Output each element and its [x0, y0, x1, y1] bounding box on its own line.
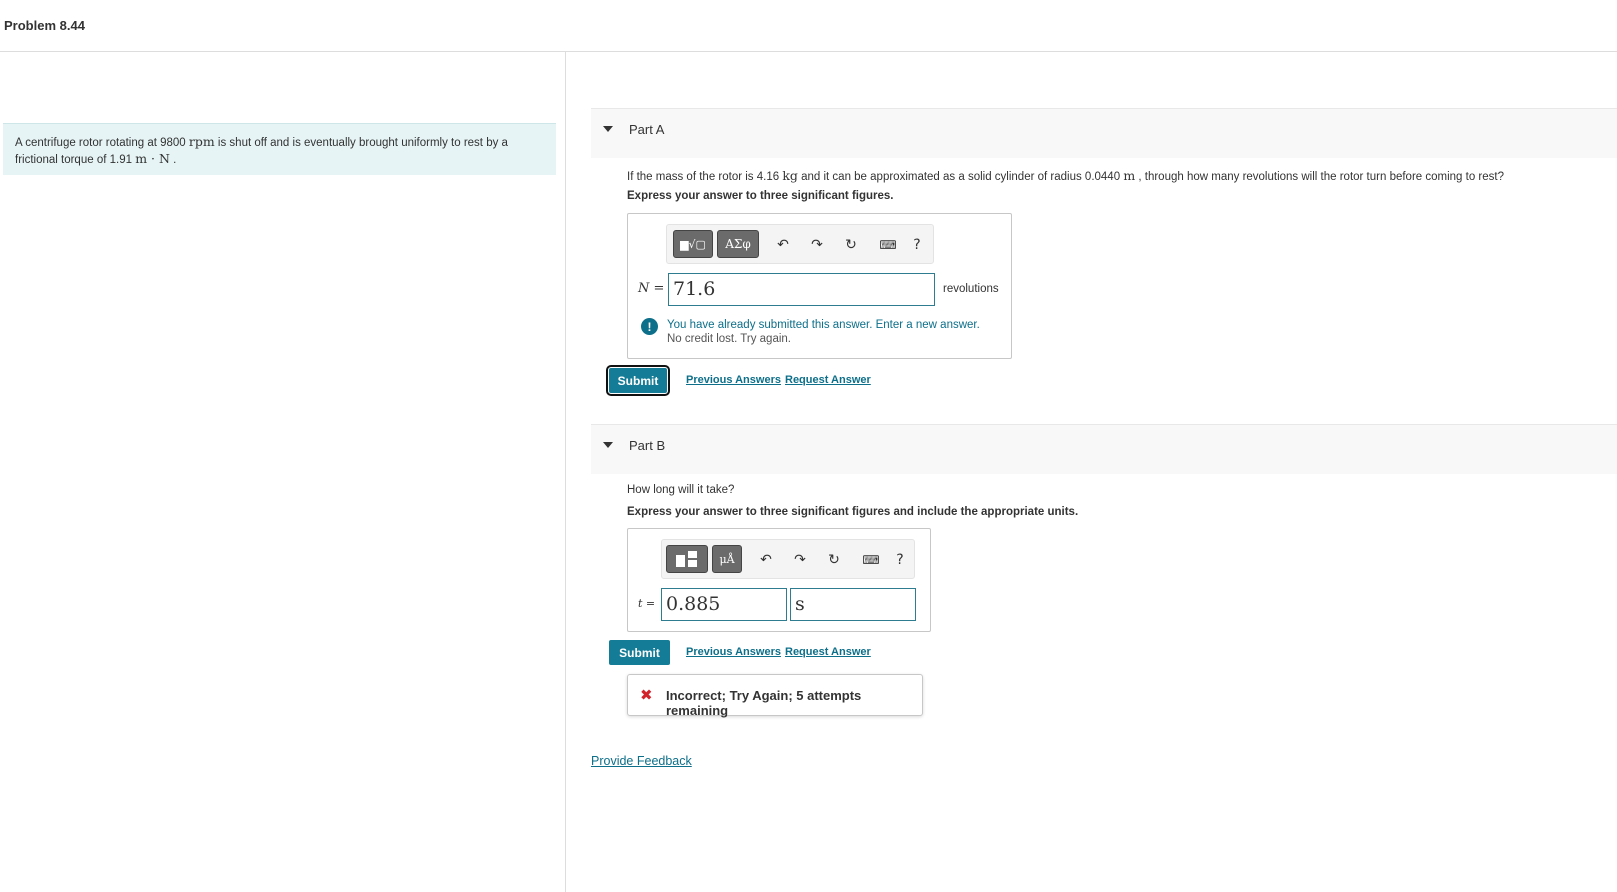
part-a-request-answer-link[interactable]: Request Answer — [785, 374, 871, 386]
part-b-previous-answers-link[interactable]: Previous Answers — [686, 646, 781, 658]
collapse-caret-icon[interactable] — [603, 126, 613, 132]
notice-submessage: No credit lost. Try again. — [667, 333, 791, 345]
reset-icon[interactable]: ↻ — [824, 550, 844, 570]
part-b-answer-box: μÅ ↶ ↷ ↻ ⌨ ? t = 0.885 s — [627, 528, 931, 632]
answer-input-n[interactable]: 71.6 — [668, 273, 935, 306]
part-b-label: Part B — [629, 438, 666, 453]
parts-pane: Part A If the mass of the rotor is 4.16 … — [567, 52, 1617, 892]
answer-input-t-unit[interactable]: s — [790, 588, 916, 621]
part-b-result-feedback: ✖ Incorrect; Try Again; 5 attempts remai… — [627, 674, 923, 718]
part-a-answer-box: ▆√▢ ΑΣφ ↶ ↷ ↻ ⌨ ? N = 71.6 revolutions !… — [627, 213, 1012, 359]
variable-t-label: t = — [638, 597, 656, 610]
part-a-previous-answers-link[interactable]: Previous Answers — [686, 374, 781, 386]
variable-n-label: N = — [638, 281, 665, 296]
part-a-question: If the mass of the rotor is 4.16 kg and … — [627, 168, 1504, 183]
answer-input-t-value[interactable]: 0.885 — [661, 588, 787, 621]
redo-icon[interactable]: ↷ — [790, 550, 810, 570]
help-button[interactable]: ? — [890, 550, 910, 570]
help-button[interactable]: ? — [907, 235, 927, 255]
part-b-math-toolbar: μÅ ↶ ↷ ↻ ⌨ ? — [661, 539, 915, 579]
part-b-header[interactable]: Part B — [591, 424, 1617, 474]
unit-rpm: rpm — [188, 134, 215, 149]
part-a-header[interactable]: Part A — [591, 108, 1617, 158]
undo-icon[interactable]: ↶ — [756, 550, 776, 570]
part-b-question: How long will it take? — [627, 484, 735, 496]
templates-button[interactable]: ▆√▢ — [673, 230, 713, 258]
symbols-button[interactable]: ΑΣφ — [717, 230, 759, 258]
part-b-request-answer-link[interactable]: Request Answer — [785, 646, 871, 658]
result-message: Incorrect; Try Again; 5 attempts remaini… — [666, 688, 862, 718]
templates-button[interactable] — [666, 545, 708, 573]
collapse-caret-icon[interactable] — [603, 442, 613, 448]
part-a-submit-button[interactable]: Submit — [606, 365, 670, 396]
problem-header: Problem 8.44 — [0, 0, 1617, 52]
info-icon: ! — [641, 318, 658, 335]
part-b-submit-button[interactable]: Submit — [609, 640, 670, 665]
keyboard-icon[interactable]: ⌨ — [858, 550, 884, 570]
problem-statement: A centrifuge rotor rotating at 9800 rpm … — [3, 123, 556, 175]
provide-feedback-link[interactable]: Provide Feedback — [591, 754, 692, 768]
problem-intro-pane: A centrifuge rotor rotating at 9800 rpm … — [0, 52, 566, 892]
part-a-math-toolbar: ▆√▢ ΑΣφ ↶ ↷ ↻ ⌨ ? — [666, 224, 934, 264]
notice-message: You have already submitted this answer. … — [667, 319, 980, 331]
undo-icon[interactable]: ↶ — [773, 235, 793, 255]
part-b-instruction: Express your answer to three significant… — [627, 506, 1079, 518]
keyboard-icon[interactable]: ⌨ — [875, 235, 901, 255]
units-button[interactable]: μÅ — [712, 545, 742, 573]
part-a-label: Part A — [629, 122, 665, 137]
templates-icon — [676, 551, 698, 567]
unit-torque: m · N — [135, 151, 170, 166]
part-a-instruction: Express your answer to three significant… — [627, 190, 894, 202]
incorrect-x-icon: ✖ — [640, 686, 653, 704]
problem-title: Problem 8.44 — [4, 18, 85, 33]
templates-icon: ▆√▢ — [680, 237, 706, 251]
redo-icon[interactable]: ↷ — [807, 235, 827, 255]
unit-revolutions: revolutions — [943, 283, 999, 295]
reset-icon[interactable]: ↻ — [841, 235, 861, 255]
